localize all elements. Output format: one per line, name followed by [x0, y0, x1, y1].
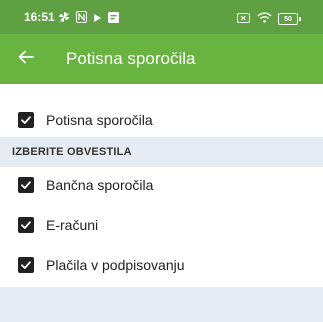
status-time: 16:51 — [24, 10, 55, 24]
option-payments-in-signing[interactable]: Plačila v podpisovanju — [0, 245, 323, 285]
option-bank-messages[interactable]: Bančna sporočila — [0, 165, 323, 205]
page-title: Potisna sporočila — [66, 49, 196, 68]
n-icon — [76, 10, 87, 28]
option-label: Bančna sporočila — [46, 177, 154, 193]
push-notifications-toggle[interactable]: Potisna sporočila — [0, 100, 323, 140]
app-bar: Potisna sporočila — [0, 34, 323, 84]
option-e-invoices[interactable]: E-računi — [0, 205, 323, 245]
wifi-icon — [257, 10, 272, 28]
checkbox-checked-icon[interactable] — [18, 257, 34, 273]
fan-icon — [58, 10, 70, 28]
checkbox-checked-icon[interactable] — [18, 177, 34, 193]
status-bar: 16:51 50 — [0, 0, 323, 34]
battery-icon: 50 — [278, 13, 301, 25]
section-title: IZBERITE OBVESTILA — [12, 146, 132, 158]
push-notifications-label: Potisna sporočila — [46, 112, 153, 128]
bottom-section-background — [0, 287, 323, 322]
section-header: IZBERITE OBVESTILA — [0, 137, 323, 167]
battery-level: 50 — [278, 13, 298, 25]
arrow-left-icon — [18, 49, 34, 70]
battery-x-icon — [237, 10, 251, 28]
checkbox-checked-icon[interactable] — [18, 217, 34, 233]
play-icon — [93, 10, 102, 28]
status-icons-right: 50 — [237, 10, 301, 28]
status-icons-left — [58, 10, 119, 28]
option-label: E-računi — [46, 217, 99, 233]
message-icon — [108, 10, 119, 28]
option-label: Plačila v podpisovanju — [46, 257, 185, 273]
back-button[interactable] — [10, 43, 42, 75]
checkbox-checked-icon[interactable] — [18, 112, 34, 128]
